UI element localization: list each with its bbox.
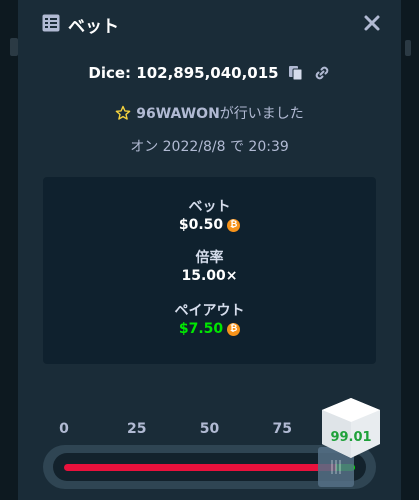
slider-tick-label: 75 (272, 421, 292, 437)
bet-id-row: Dice: 102,895,040,015 (18, 62, 401, 84)
payout-stat: ペイアウト $7.50 ₿ (43, 303, 376, 338)
close-icon[interactable] (361, 12, 383, 34)
multiplier-stat: 倍率 15.00× (43, 250, 376, 285)
modal-header: ベット (18, 0, 401, 48)
background-element (405, 40, 411, 56)
modal-title: ベット (68, 17, 119, 37)
placed-by-row: 96WAWONが行いました (18, 103, 401, 123)
payout-value: $7.50 (178, 321, 224, 337)
dice-result-icon (318, 396, 384, 462)
user-name[interactable]: 96WAWON (136, 106, 220, 122)
payout-label: ペイアウト (174, 303, 245, 319)
bet-amount-label: ベット (188, 199, 231, 215)
bet-list-icon (42, 14, 60, 32)
bet-amount-value-row: $0.50 ₿ (43, 216, 376, 234)
bet-amount-value: $0.50 (178, 217, 224, 233)
slider-tick-label: 25 (127, 421, 147, 437)
slider-lose-range (64, 464, 336, 471)
multiplier-value: 15.00× (181, 268, 238, 284)
slider-tick-label: 0 (59, 421, 69, 437)
bet-amount-stat: ベット $0.50 ₿ (43, 199, 376, 234)
bitcoin-coin-icon: ₿ (227, 322, 241, 336)
slider-tick-label: 50 (199, 421, 220, 437)
bet-stats-card: ベット $0.50 ₿ 倍率 15.00× ペイアウト $7.50 ₿ (43, 177, 376, 364)
dice-result-value: 99.01 (330, 430, 372, 445)
bet-id: Dice: 102,895,040,015 (88, 64, 279, 82)
payout-value-row: $7.50 ₿ (43, 320, 376, 338)
link-icon[interactable] (313, 64, 331, 82)
bet-date: オン 2022/8/8 で 20:39 (130, 139, 289, 155)
bitcoin-coin-icon: ₿ (227, 218, 241, 232)
star-icon (115, 105, 131, 121)
multiplier-label: 倍率 (195, 250, 224, 266)
placed-by-text: が行いました (219, 106, 304, 122)
background-element (10, 38, 18, 56)
copy-icon[interactable] (287, 64, 305, 82)
